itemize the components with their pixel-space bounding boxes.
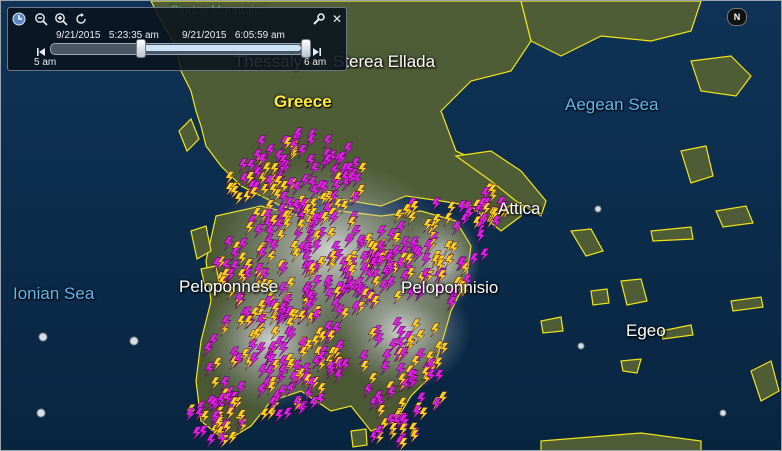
lightning-strike-icon <box>415 329 426 345</box>
lightning-strike-icon <box>339 200 350 215</box>
time-slider-selection <box>137 45 301 51</box>
lightning-strike-icon <box>431 197 442 212</box>
end-datetime: 9/21/2015 6:05:59 am <box>182 30 285 41</box>
step-back-icon[interactable] <box>36 44 46 56</box>
lightning-strike-icon <box>300 173 311 189</box>
time-slider-start-handle[interactable] <box>136 39 146 58</box>
lightning-strike-icon <box>386 276 397 291</box>
lightning-strike-icon <box>230 247 241 262</box>
start-date: 9/21/2015 <box>56 30 101 41</box>
lightning-strike-icon <box>257 383 268 399</box>
lightning-strike-icon <box>238 158 249 173</box>
lightning-strike-icon <box>469 252 480 268</box>
lightning-strike-icon <box>343 142 354 157</box>
range-end-label: 6 am <box>304 57 327 68</box>
lightning-strike-icon <box>421 252 432 268</box>
lightning-strike-icon <box>236 381 247 396</box>
lightning-strike-icon <box>223 236 234 251</box>
lightning-strike-icon <box>276 371 287 386</box>
zoom-out-icon[interactable] <box>34 12 48 26</box>
lightning-strike-icon <box>239 172 250 188</box>
lightning-strike-icon <box>378 279 389 295</box>
lightning-strike-icon <box>266 250 277 265</box>
lightning-strike-icon <box>331 322 342 337</box>
lightning-strike-icon <box>393 208 404 224</box>
step-forward-icon[interactable] <box>312 44 322 56</box>
lightning-strike-icon <box>344 233 355 249</box>
lightning-strike-icon <box>226 286 237 301</box>
lightning-strike-icon <box>204 362 215 377</box>
time-slider-end-handle[interactable] <box>301 39 311 58</box>
range-start-label: 5 am <box>34 57 57 68</box>
lightning-strike-icon <box>208 333 219 349</box>
lightning-strike-icon <box>356 184 367 199</box>
lightning-strike-icon <box>249 352 260 368</box>
lightning-strike-icon <box>274 408 285 424</box>
lightning-strike-icon <box>256 135 267 150</box>
lightning-strike-icon <box>363 383 374 398</box>
time-slider-panel: ✕ 9/21/2015 5:23:35 am 9/21/2015 6:05:59… <box>7 7 347 71</box>
map-viewport[interactable]: Pindus Mountains Thessaly Sterea Ellada … <box>0 0 782 451</box>
lightning-strike-icon <box>393 290 404 305</box>
lightning-strike-icon <box>210 376 221 392</box>
end-time: 6:05:59 am <box>234 30 285 41</box>
clock-icon[interactable] <box>12 12 26 26</box>
lightning-strike-icon <box>380 360 391 376</box>
lightning-strike-icon <box>206 433 217 449</box>
lightning-strike-icon <box>371 275 382 291</box>
lightning-strike-icon <box>369 396 380 411</box>
lightning-strike-icon <box>435 283 446 299</box>
lightning-strike-icon <box>376 225 387 240</box>
lightning-strike-icon <box>256 342 267 357</box>
lightning-strike-icon <box>316 256 327 271</box>
wrench-icon[interactable] <box>312 12 326 26</box>
lightning-strike-icon <box>212 357 223 372</box>
lightning-strike-icon <box>391 245 402 260</box>
lightning-strike-icon <box>451 220 462 236</box>
lightning-strike-icon <box>386 386 397 401</box>
lightning-strike-icon <box>434 369 445 384</box>
lightning-strike-icon <box>286 381 297 397</box>
lightning-strike-icon <box>444 254 455 269</box>
lightning-strike-icon <box>276 229 287 244</box>
lightning-strike-icon <box>326 227 337 242</box>
lightning-strike-icon <box>325 288 336 303</box>
lightning-strike-icon <box>430 322 441 338</box>
lightning-strike-icon <box>234 191 245 207</box>
start-time: 5:23:35 am <box>108 30 159 41</box>
lightning-strike-icon <box>309 162 320 177</box>
lightning-strike-icon <box>437 391 449 406</box>
lightning-strike-icon <box>282 407 293 422</box>
lightning-strike-icon <box>479 248 490 263</box>
lightning-strike-icon <box>312 275 323 290</box>
lightning-strike-icon <box>322 134 333 150</box>
lightning-strike-icon <box>316 227 327 242</box>
lightning-strike-icon <box>265 144 276 159</box>
lightning-strike-icon <box>238 237 249 253</box>
lightning-strike-icon <box>297 144 308 159</box>
compass-north-icon[interactable]: N <box>727 8 747 26</box>
lightning-strike-icon <box>448 241 459 257</box>
lightning-strike-icon <box>285 277 297 292</box>
zoom-in-icon[interactable] <box>54 12 68 26</box>
lightning-strike-icon <box>277 384 288 400</box>
lightning-strike-icon <box>227 431 238 446</box>
time-slider-track[interactable] <box>50 43 304 55</box>
lightning-strike-icon <box>254 223 265 239</box>
lightning-strike-icon <box>315 392 326 408</box>
lightning-strike-icon <box>368 372 379 387</box>
close-button[interactable]: ✕ <box>330 12 344 26</box>
lightning-strike-icon <box>439 342 450 357</box>
lightning-strike-icon <box>443 212 454 227</box>
refresh-icon[interactable] <box>74 12 88 26</box>
lightning-strike-icon <box>406 285 417 301</box>
end-date: 9/21/2015 <box>182 30 227 41</box>
